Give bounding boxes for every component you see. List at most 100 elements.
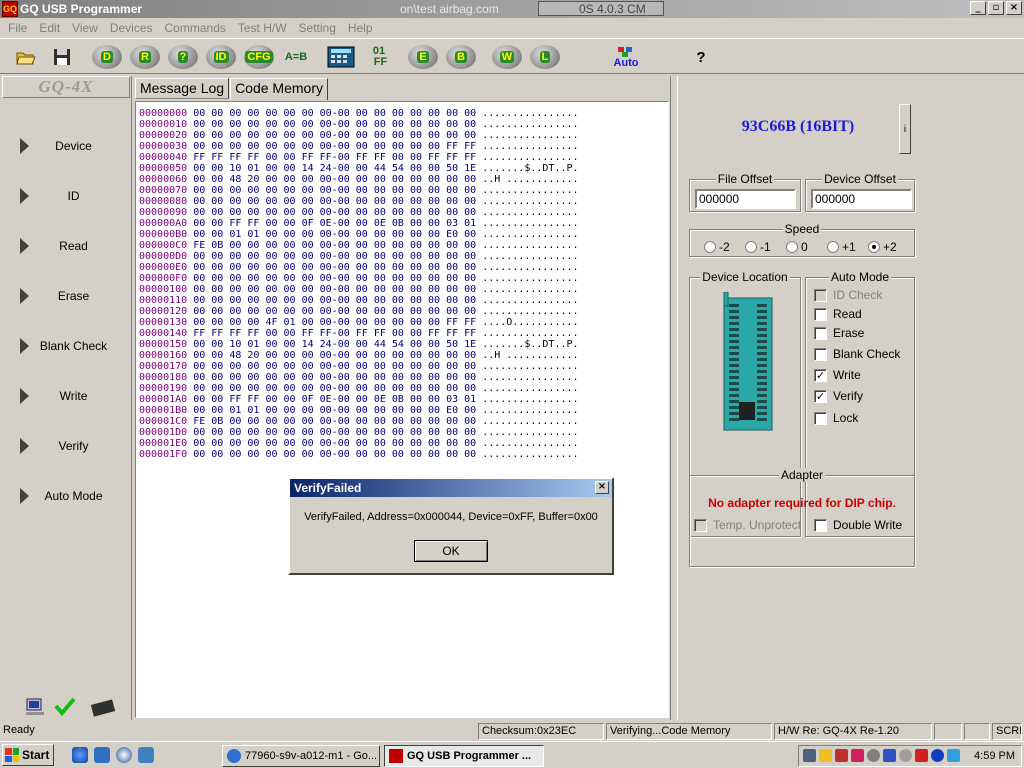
nav-label: Device bbox=[55, 139, 92, 153]
hex-address: 00000120 bbox=[139, 306, 188, 317]
tray-shield-icon[interactable] bbox=[851, 749, 864, 762]
show-desktop-icon[interactable] bbox=[138, 747, 154, 763]
nav-auto-mode[interactable]: Auto Mode bbox=[0, 482, 130, 510]
hex-ascii: ................ bbox=[482, 119, 579, 130]
start-button[interactable]: Start bbox=[2, 744, 54, 766]
tray-clock-icon[interactable] bbox=[867, 749, 880, 762]
hex-bytes: 00 00 00 00 00 00 00 00-00 00 00 00 00 0… bbox=[193, 207, 477, 218]
media-player-icon[interactable] bbox=[116, 747, 132, 763]
hex-address: 000001E0 bbox=[139, 438, 188, 449]
minimize-button[interactable]: _ bbox=[970, 1, 986, 15]
nav-read[interactable]: Read bbox=[0, 232, 130, 260]
tray-battery-icon[interactable] bbox=[883, 749, 896, 762]
speed-radio[interactable]: -2 bbox=[704, 240, 745, 254]
device-offset-input[interactable] bbox=[811, 189, 912, 209]
hex-ascii: ................ bbox=[482, 240, 579, 251]
status-empty-1 bbox=[934, 723, 962, 740]
auto-mode-checkbox-label: ID Check bbox=[833, 288, 883, 302]
compare-button[interactable]: A=B bbox=[280, 42, 312, 72]
window-controls: _ ▫ × bbox=[970, 1, 1022, 15]
hex-ascii: ................ bbox=[482, 262, 579, 273]
hex-row: 000000A0 00 00 FF FF 00 00 0F 0E-00 00 0… bbox=[139, 218, 668, 229]
auto-button[interactable]: Auto bbox=[606, 42, 646, 72]
nav-verify[interactable]: Verify bbox=[0, 432, 130, 460]
menu-view[interactable]: View bbox=[66, 19, 104, 37]
read-button[interactable]: R bbox=[128, 42, 162, 72]
chip-info-button[interactable]: i bbox=[899, 104, 911, 154]
task-gq-label: GQ USB Programmer ... bbox=[407, 750, 532, 762]
hex-bytes: 00 00 00 00 00 00 00 00-00 00 00 00 00 0… bbox=[193, 449, 477, 460]
id-button[interactable]: ID bbox=[204, 42, 238, 72]
fill-button[interactable]: 01 FF bbox=[362, 42, 396, 72]
zif-pin bbox=[757, 388, 767, 391]
menu-file[interactable]: File bbox=[2, 19, 33, 37]
tray-volume-icon[interactable] bbox=[803, 749, 816, 762]
open-button[interactable] bbox=[12, 42, 40, 72]
taskbar-clock[interactable]: 4:59 PM bbox=[974, 750, 1015, 762]
menu-test-hw[interactable]: Test H/W bbox=[232, 19, 293, 37]
nav-erase[interactable]: Erase bbox=[0, 282, 130, 310]
hex-address: 00000130 bbox=[139, 317, 188, 328]
blank-button[interactable]: ? bbox=[166, 42, 200, 72]
menu-setting[interactable]: Setting bbox=[293, 19, 342, 37]
hex-editor[interactable]: 00000000 00 00 00 00 00 00 00 00-00 00 0… bbox=[135, 101, 669, 718]
maximize-button[interactable]: ▫ bbox=[988, 1, 1004, 15]
dialog-ok-button[interactable]: OK bbox=[414, 540, 488, 562]
checkbox-box bbox=[814, 288, 827, 302]
auto-mode-checkbox-label: Verify bbox=[833, 389, 864, 403]
tray-moon-icon[interactable] bbox=[819, 749, 832, 762]
auto-mode-checkbox[interactable]: ✓ Verify bbox=[814, 389, 863, 403]
hex-address: 00000050 bbox=[139, 163, 188, 174]
tray-monitor-icon[interactable] bbox=[947, 749, 960, 762]
menu-help[interactable]: Help bbox=[342, 19, 379, 37]
menu-commands[interactable]: Commands bbox=[159, 19, 232, 37]
task-browser[interactable]: 77960-s9v-a012-m1 - Go... bbox=[222, 745, 380, 767]
tray-ati-icon[interactable] bbox=[915, 749, 928, 762]
zif-pin bbox=[757, 346, 767, 349]
erase-button[interactable]: E bbox=[406, 42, 440, 72]
write-button[interactable]: W bbox=[490, 42, 524, 72]
app-icon[interactable]: GQ bbox=[2, 1, 18, 17]
speed-radio[interactable]: 0 bbox=[786, 240, 827, 254]
window-title: GQ USB Programmer bbox=[20, 2, 143, 16]
tray-cd-icon[interactable] bbox=[899, 749, 912, 762]
close-button[interactable]: × bbox=[1006, 1, 1022, 15]
lock-button[interactable]: L bbox=[528, 42, 562, 72]
blank-check-button[interactable]: B bbox=[444, 42, 478, 72]
file-offset-input[interactable] bbox=[695, 189, 796, 209]
auto-mode-checkbox[interactable]: Erase bbox=[814, 326, 864, 340]
dialog-close-button[interactable]: × bbox=[595, 481, 609, 494]
hex-address: 000001C0 bbox=[139, 416, 188, 427]
speed-radio[interactable]: -1 bbox=[745, 240, 786, 254]
task-gq-programmer[interactable]: GQ USB Programmer ... bbox=[384, 745, 544, 767]
zif-pin bbox=[729, 406, 739, 409]
nav-blank-check[interactable]: Blank Check bbox=[0, 332, 130, 360]
menu-devices[interactable]: Devices bbox=[104, 19, 159, 37]
zif-pin bbox=[757, 400, 767, 403]
tab-code-memory[interactable]: Code Memory bbox=[230, 78, 328, 100]
auto-mode-checkbox[interactable]: ✓ Write bbox=[814, 368, 861, 382]
tray-bluetooth-icon[interactable] bbox=[931, 749, 944, 762]
menu-edit[interactable]: Edit bbox=[33, 19, 66, 37]
auto-mode-checkbox[interactable]: Read bbox=[814, 307, 862, 321]
auto-mode-checkbox[interactable]: Blank Check bbox=[814, 347, 900, 361]
tab-message-log[interactable]: Message Log bbox=[135, 78, 230, 99]
save-button[interactable] bbox=[48, 42, 76, 72]
speed-radio[interactable]: +1 bbox=[827, 240, 868, 254]
hex-row: 00000100 00 00 00 00 00 00 00 00-00 00 0… bbox=[139, 284, 668, 295]
nav-device[interactable]: Device bbox=[0, 132, 130, 160]
auto-mode-checkbox[interactable]: Lock bbox=[814, 411, 858, 425]
outlook-express-icon[interactable] bbox=[94, 747, 110, 763]
config-button[interactable]: CFG bbox=[242, 42, 276, 72]
help-button[interactable]: ? bbox=[690, 42, 712, 72]
speed-radio[interactable]: +2 bbox=[868, 240, 909, 254]
calculator-button[interactable] bbox=[324, 42, 358, 72]
nav-id[interactable]: ID bbox=[0, 182, 130, 210]
internet-explorer-icon[interactable] bbox=[72, 747, 88, 763]
hex-ascii: ................ bbox=[482, 449, 579, 460]
hex-row: 000000C0 FE 0B 00 00 00 00 00 00-00 00 0… bbox=[139, 240, 668, 251]
tray-network-icon[interactable] bbox=[835, 749, 848, 762]
device-button[interactable]: D bbox=[90, 42, 124, 72]
nav-write[interactable]: Write bbox=[0, 382, 130, 410]
hex-row: 00000170 00 00 00 00 00 00 00 00-00 00 0… bbox=[139, 361, 668, 372]
